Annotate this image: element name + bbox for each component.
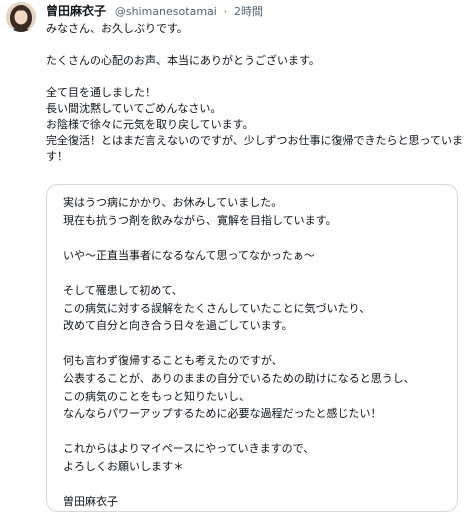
tweet: 曾田麻衣子 @shimanesotamai · 2時間 みなさん、お久しぶりです… bbox=[0, 0, 473, 517]
timestamp[interactable]: 2時間 bbox=[234, 5, 263, 18]
attached-text-image[interactable]: 実はうつ病にかかり、お休みしていました。 現在も抗うつ剤を飲みながら、寛解を目指… bbox=[46, 184, 458, 512]
author-name[interactable]: 曾田麻衣子 bbox=[46, 4, 106, 18]
author-handle[interactable]: @shimanesotamai bbox=[115, 5, 217, 18]
attached-text: 実はうつ病にかかり、お休みしていました。 現在も抗うつ剤を飲みながら、寛解を目指… bbox=[63, 196, 415, 509]
separator-dot: · bbox=[223, 5, 228, 18]
avatar-photo bbox=[6, 2, 36, 32]
avatar[interactable] bbox=[6, 2, 36, 32]
tweet-text: みなさん、お久しぶりです。 たくさんの心配のお声、本当にありがとうございます。 … bbox=[46, 22, 464, 163]
tweet-header: 曾田麻衣子 @shimanesotamai · 2時間 bbox=[46, 3, 263, 19]
